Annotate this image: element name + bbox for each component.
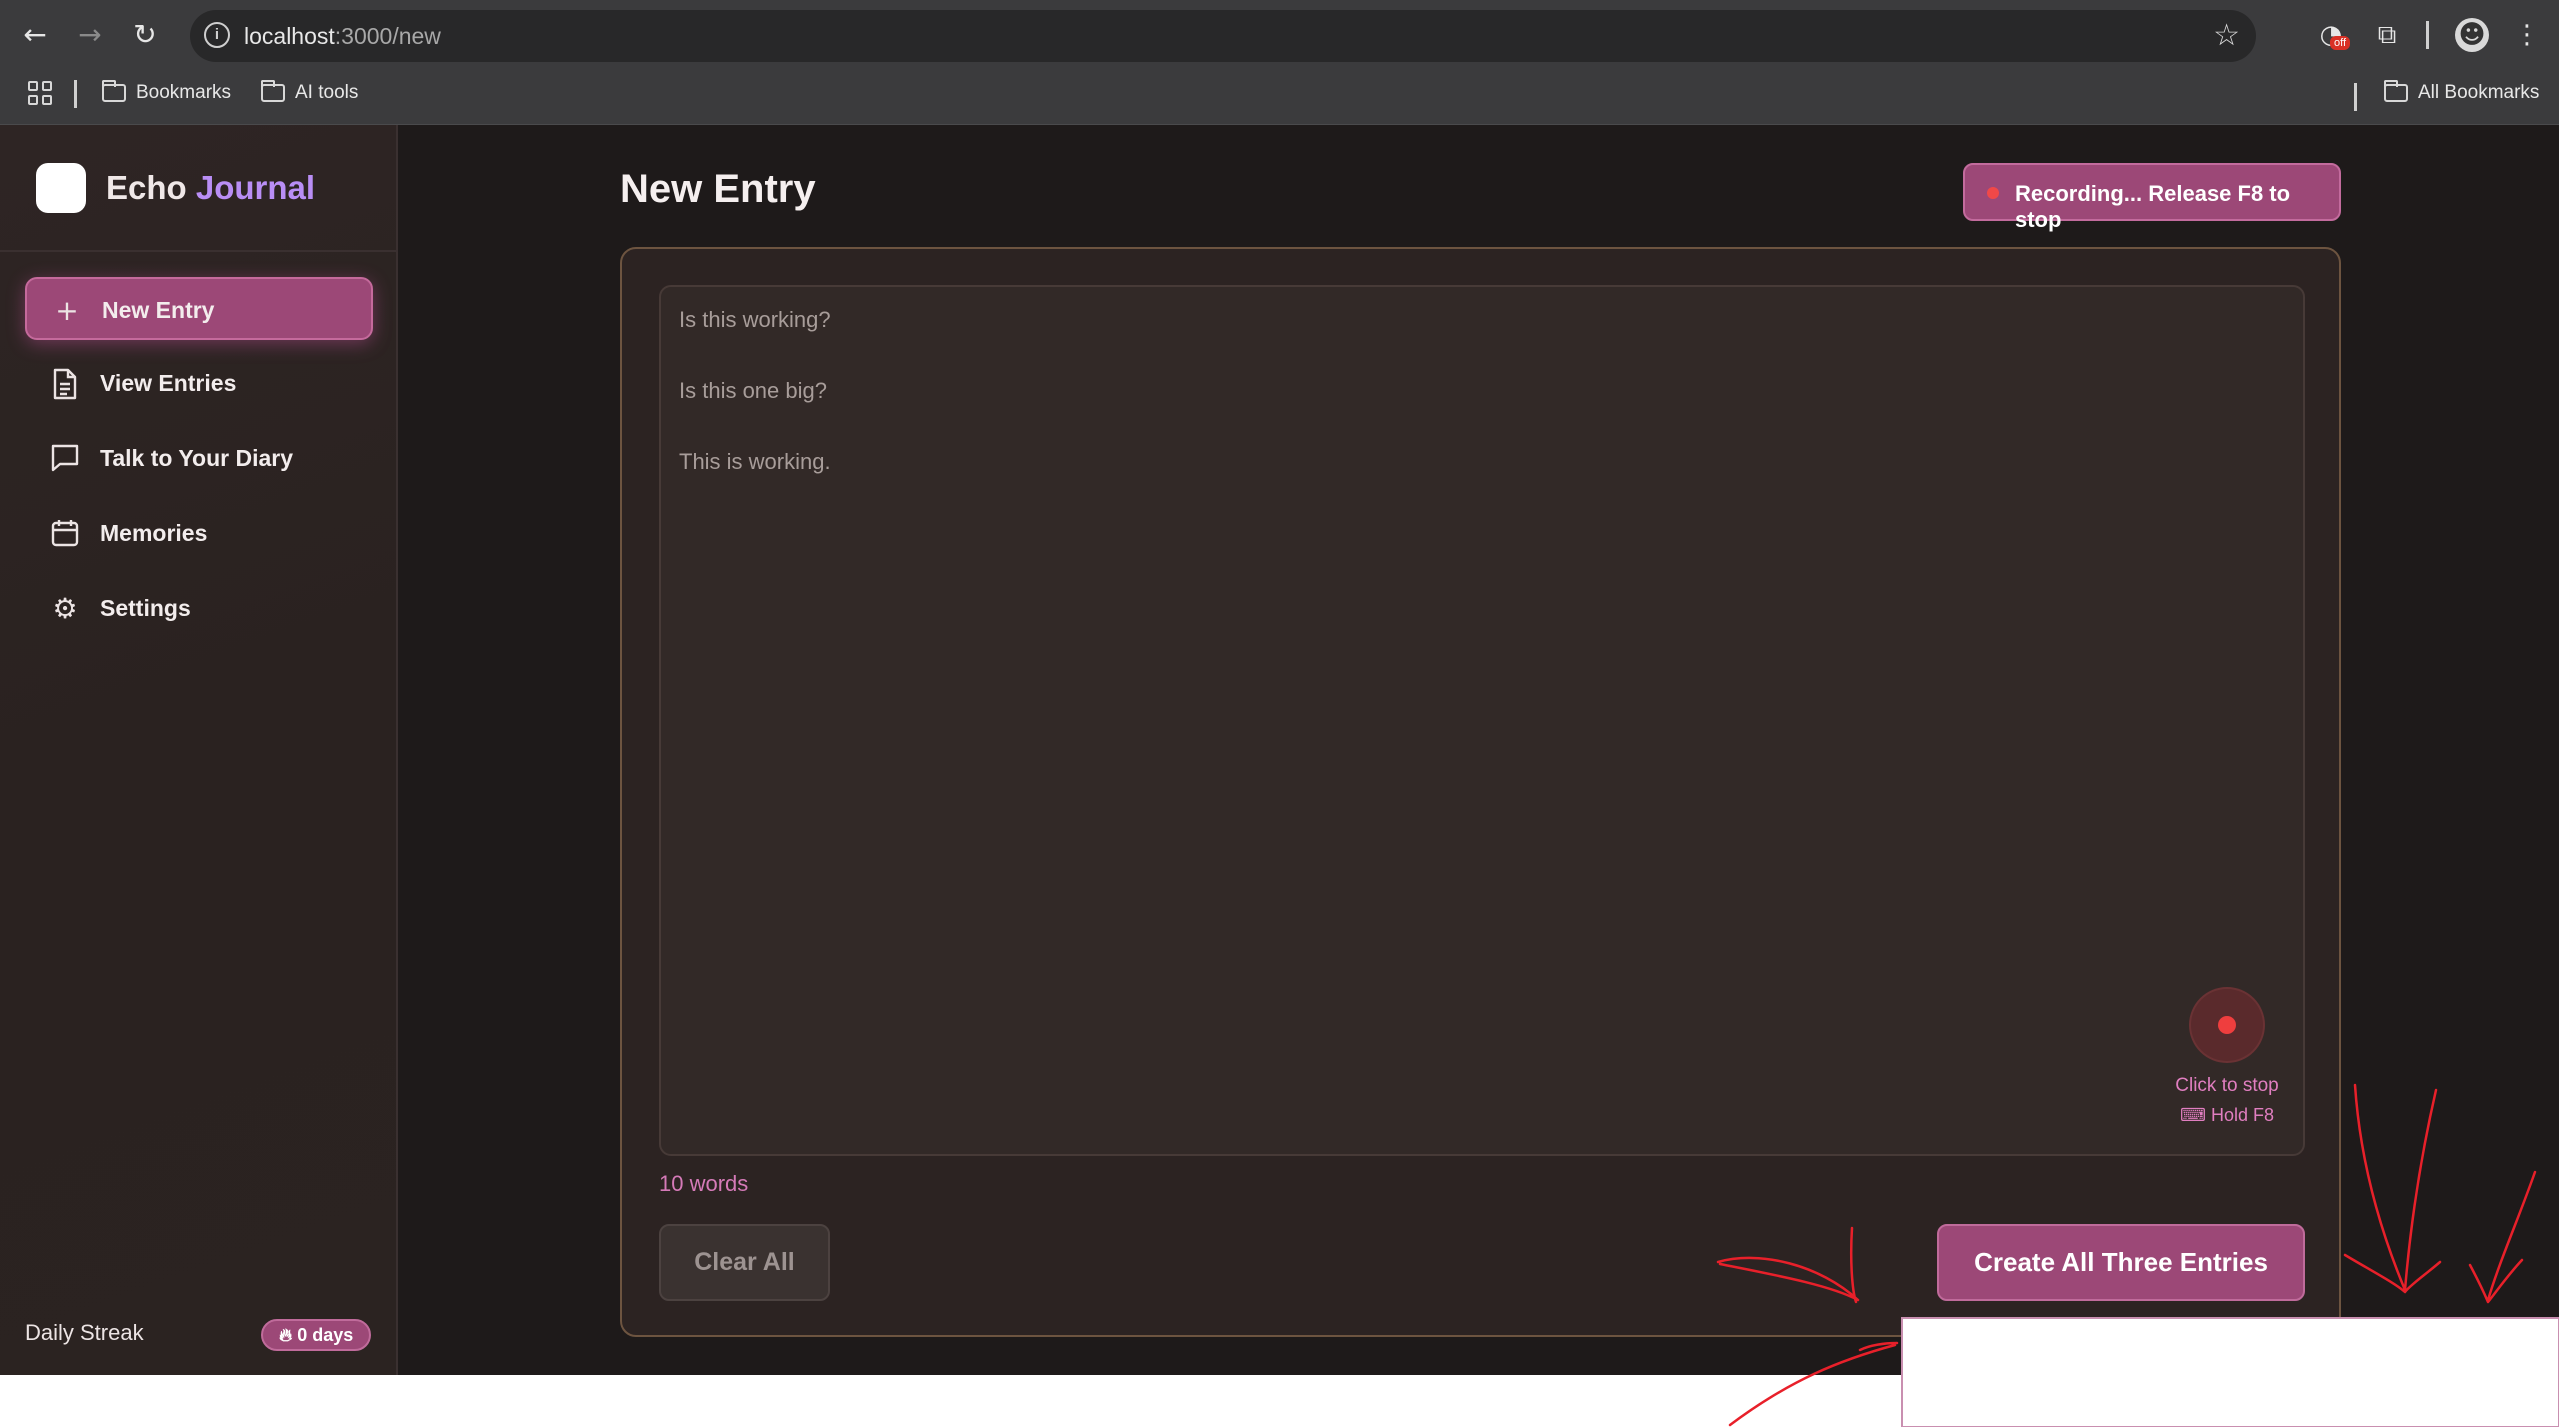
app-logo [36,163,86,213]
extensions-puzzle-icon[interactable]: ⧉ [2370,18,2404,52]
address-bar[interactable]: i localhost:3000/new ☆ [190,10,2256,62]
word-count: 10 words [659,1171,749,1196]
sidebar-item-talk-to-your-diary[interactable]: Talk to Your Diary [25,427,373,490]
daily-streak-label: Daily Streak [25,1320,144,1345]
sidebar-item-label: Settings [100,595,191,621]
apps-grid-icon[interactable] [28,81,52,105]
streak-value: 0 days [297,1325,354,1345]
recording-dot-icon [1987,187,1999,199]
stop-recording-button[interactable] [2191,989,2263,1061]
flame-icon: 🔥︎ [279,1325,293,1345]
folder-icon [261,80,285,102]
all-bookmarks-folder[interactable]: All Bookmarks [2384,80,2540,104]
sidebar-item-new-entry[interactable]: + New Entry [25,277,373,340]
all-bookmarks-label: All Bookmarks [2418,82,2540,103]
mic-hint-hold-f8: ⌨ Hold F8 [2151,1105,2303,1126]
sidebar-item-label: Memories [100,520,208,546]
entry-card: Is this working? Is this one big? This i… [620,247,2341,1337]
echo-journal-app: Echo Journal + New Entry View Entries Ta… [0,125,2559,1375]
bookmark-folder-bookmarks[interactable]: Bookmarks [102,80,232,104]
sidebar-item-label: New Entry [102,297,215,323]
entry-textarea[interactable]: Is this working? Is this one big? This i… [659,285,2305,1156]
back-arrow-icon[interactable]: ← [18,18,52,52]
site-info-icon[interactable]: i [204,22,230,48]
mic-hint-hold-f8-text: Hold F8 [2210,1105,2275,1125]
forward-arrow-icon[interactable]: → [73,18,107,52]
apps-divider [74,80,77,108]
extension-badge: off [2330,36,2351,50]
bookmark-label: Bookmarks [136,82,232,103]
bookmark-star-icon[interactable]: ☆ [2213,18,2240,53]
sidebar-item-settings[interactable]: ⚙ Settings [25,577,373,640]
create-all-entries-button[interactable]: Create All Three Entries [1937,1224,2305,1301]
folder-icon [102,80,126,102]
folder-icon [2384,80,2408,102]
plus-icon: + [55,294,79,327]
document-icon [49,368,81,400]
browser-toolbar: ← → ↻ i localhost:3000/new ☆ ◔ off ⧉ ☻ ⋮ [0,0,2559,70]
bookmark-label: AI tools [295,82,359,103]
sidebar-item-memories[interactable]: Memories [25,502,373,565]
brand-name-second: Journal [195,169,316,206]
main-content: New Entry Recording... Release F8 to sto… [398,125,2559,1375]
mic-hint-click-to-stop: Click to stop [2175,1075,2279,1096]
gear-icon: ⚙ [52,592,78,625]
entry-line: Is this one big? [679,378,827,403]
record-dot-icon [2218,1016,2236,1034]
screenshot-viewport: ← → ↻ i localhost:3000/new ☆ ◔ off ⧉ ☻ ⋮… [0,0,2559,1427]
profile-avatar-icon[interactable]: ☻ [2455,18,2489,52]
calendar-icon [49,518,81,550]
url-path: :3000/new [334,23,441,49]
sidebar: Echo Journal + New Entry View Entries Ta… [0,125,398,1375]
chat-bubble-icon [49,443,81,475]
recording-status-text: Recording... Release F8 to stop [2015,181,2291,232]
reload-icon[interactable]: ↻ [128,18,162,52]
streak-badge: 🔥︎ 0 days [261,1319,372,1351]
url-host: localhost [244,23,335,49]
brand-name: Echo Journal [106,169,315,207]
bookmarks-bar: Bookmarks AI tools All Bookmarks [0,70,2559,125]
browser-menu-icon[interactable]: ⋮ [2510,18,2544,52]
toolbar-divider [2426,21,2429,49]
entry-line: This is working. [679,449,831,474]
sidebar-item-label: Talk to Your Diary [100,445,293,471]
bookmark-folder-ai-tools[interactable]: AI tools [261,80,359,104]
bookmarks-divider [2354,83,2357,111]
keyboard-icon: ⌨ [2179,1105,2206,1125]
recording-status-badge: Recording... Release F8 to stop [1963,163,2341,232]
brand-header: Echo Journal [0,125,398,252]
brand-name-first: Echo [106,169,187,206]
browser-chrome: ← → ↻ i localhost:3000/new ☆ ◔ off ⧉ ☻ ⋮… [0,0,2559,125]
url-text[interactable]: localhost:3000/new [244,23,441,50]
entry-line: Is this working? [679,307,831,332]
sidebar-item-view-entries[interactable]: View Entries [25,352,373,415]
page-title: New Entry [620,167,816,211]
sidebar-item-label: View Entries [100,370,237,396]
clear-all-button[interactable]: Clear All [659,1224,830,1301]
